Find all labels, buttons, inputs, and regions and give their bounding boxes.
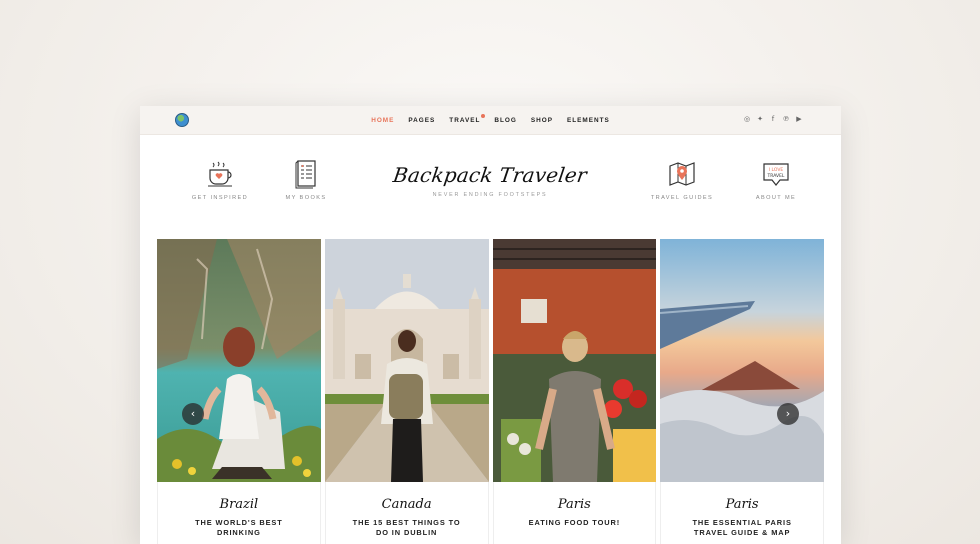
post-card-canada[interactable]: Canada THE 15 BEST THINGS TO DO IN DUBLI… — [324, 239, 489, 544]
post-card-paris-food[interactable]: Paris EATING FOOD TOUR! — [492, 239, 657, 544]
featured-posts-slider: ‹ Brazil THE WORLD'S BEST DRINKING Canad… — [157, 239, 824, 544]
nav-item-shop[interactable]: SHOP — [524, 117, 560, 124]
post-image-canada — [324, 239, 489, 482]
svg-text:I LOVE: I LOVE — [769, 167, 784, 173]
post-title[interactable]: THE ESSENTIAL PARIS TRAVEL GUIDE & MAP — [661, 518, 823, 538]
facebook-icon[interactable]: f — [769, 115, 777, 123]
social-links: ◎ ✦ f ℗ ▶ — [743, 115, 803, 123]
post-category[interactable]: Paris — [494, 497, 656, 512]
travel-guides-link[interactable]: TRAVEL GUIDES — [647, 159, 717, 201]
i-love-travel-icon: I LOVE TRAVEL — [763, 163, 789, 186]
get-inspired-link[interactable]: GET INSPIRED — [185, 159, 255, 201]
post-category[interactable]: Brazil — [158, 497, 320, 512]
logo-wordmark: Backpack Traveler — [391, 163, 589, 187]
nav-item-pages[interactable]: PAGES — [401, 117, 442, 124]
post-title[interactable]: THE WORLD'S BEST DRINKING — [158, 518, 320, 538]
twitter-icon[interactable]: ✦ — [756, 115, 764, 123]
site-logo[interactable]: Backpack Traveler NEVER ENDING FOOTSTEPS — [390, 163, 590, 198]
logo-tagline: NEVER ENDING FOOTSTEPS — [432, 192, 548, 198]
website-window: HOME PAGES TRAVEL BLOG SHOP ELEMENTS ◎ ✦… — [140, 106, 841, 544]
svg-text:TRAVEL: TRAVEL — [767, 173, 785, 179]
instagram-icon[interactable]: ◎ — [743, 115, 751, 123]
post-card-paris-guide[interactable]: › Paris THE ESSENTIAL PARIS TRAVEL GUIDE… — [660, 239, 824, 544]
slider-prev-arrow[interactable]: ‹ — [182, 403, 204, 425]
new-badge-dot — [481, 114, 486, 118]
my-books-label: MY BOOKS — [285, 195, 327, 201]
post-category[interactable]: Canada — [326, 497, 488, 512]
nav-item-travel[interactable]: TRAVEL — [442, 114, 487, 124]
post-caption-paris-food: Paris EATING FOOD TOUR! — [492, 482, 657, 544]
map-pin-icon — [669, 162, 695, 186]
site-header: GET INSPIRED MY BOOKS Backpack Traveler … — [140, 135, 841, 239]
nav-item-elements[interactable]: ELEMENTS — [560, 117, 617, 124]
coffee-cup-icon — [208, 161, 232, 187]
post-image-brazil: ‹ — [157, 239, 321, 482]
post-caption-brazil: Brazil THE WORLD'S BEST DRINKING — [157, 482, 321, 544]
post-caption-paris-guide: Paris THE ESSENTIAL PARIS TRAVEL GUIDE &… — [660, 482, 824, 544]
about-me-link[interactable]: I LOVE TRAVEL ABOUT ME — [741, 159, 811, 201]
about-me-label: ABOUT ME — [755, 195, 797, 201]
travel-guides-label: TRAVEL GUIDES — [650, 195, 714, 201]
nav-item-home[interactable]: HOME — [364, 117, 401, 124]
main-menu: HOME PAGES TRAVEL BLOG SHOP ELEMENTS — [140, 106, 841, 135]
nav-item-travel-label: TRAVEL — [449, 117, 481, 124]
nav-item-blog[interactable]: BLOG — [487, 117, 523, 124]
top-navigation-bar: HOME PAGES TRAVEL BLOG SHOP ELEMENTS ◎ ✦… — [140, 106, 841, 135]
notebook-icon — [295, 160, 316, 189]
post-title[interactable]: THE 15 BEST THINGS TO DO IN DUBLIN — [326, 518, 488, 538]
post-category[interactable]: Paris — [661, 497, 823, 512]
my-books-link[interactable]: MY BOOKS — [271, 159, 341, 201]
post-title[interactable]: EATING FOOD TOUR! — [494, 518, 656, 528]
post-caption-canada: Canada THE 15 BEST THINGS TO DO IN DUBLI… — [324, 482, 489, 544]
youtube-icon[interactable]: ▶ — [795, 115, 803, 123]
pinterest-icon[interactable]: ℗ — [782, 115, 790, 123]
post-image-paris-guide: › — [660, 239, 824, 482]
get-inspired-label: GET INSPIRED — [191, 195, 249, 201]
post-image-paris-food — [492, 239, 657, 482]
slider-next-arrow[interactable]: › — [777, 403, 799, 425]
post-card-brazil[interactable]: ‹ Brazil THE WORLD'S BEST DRINKING — [157, 239, 321, 544]
